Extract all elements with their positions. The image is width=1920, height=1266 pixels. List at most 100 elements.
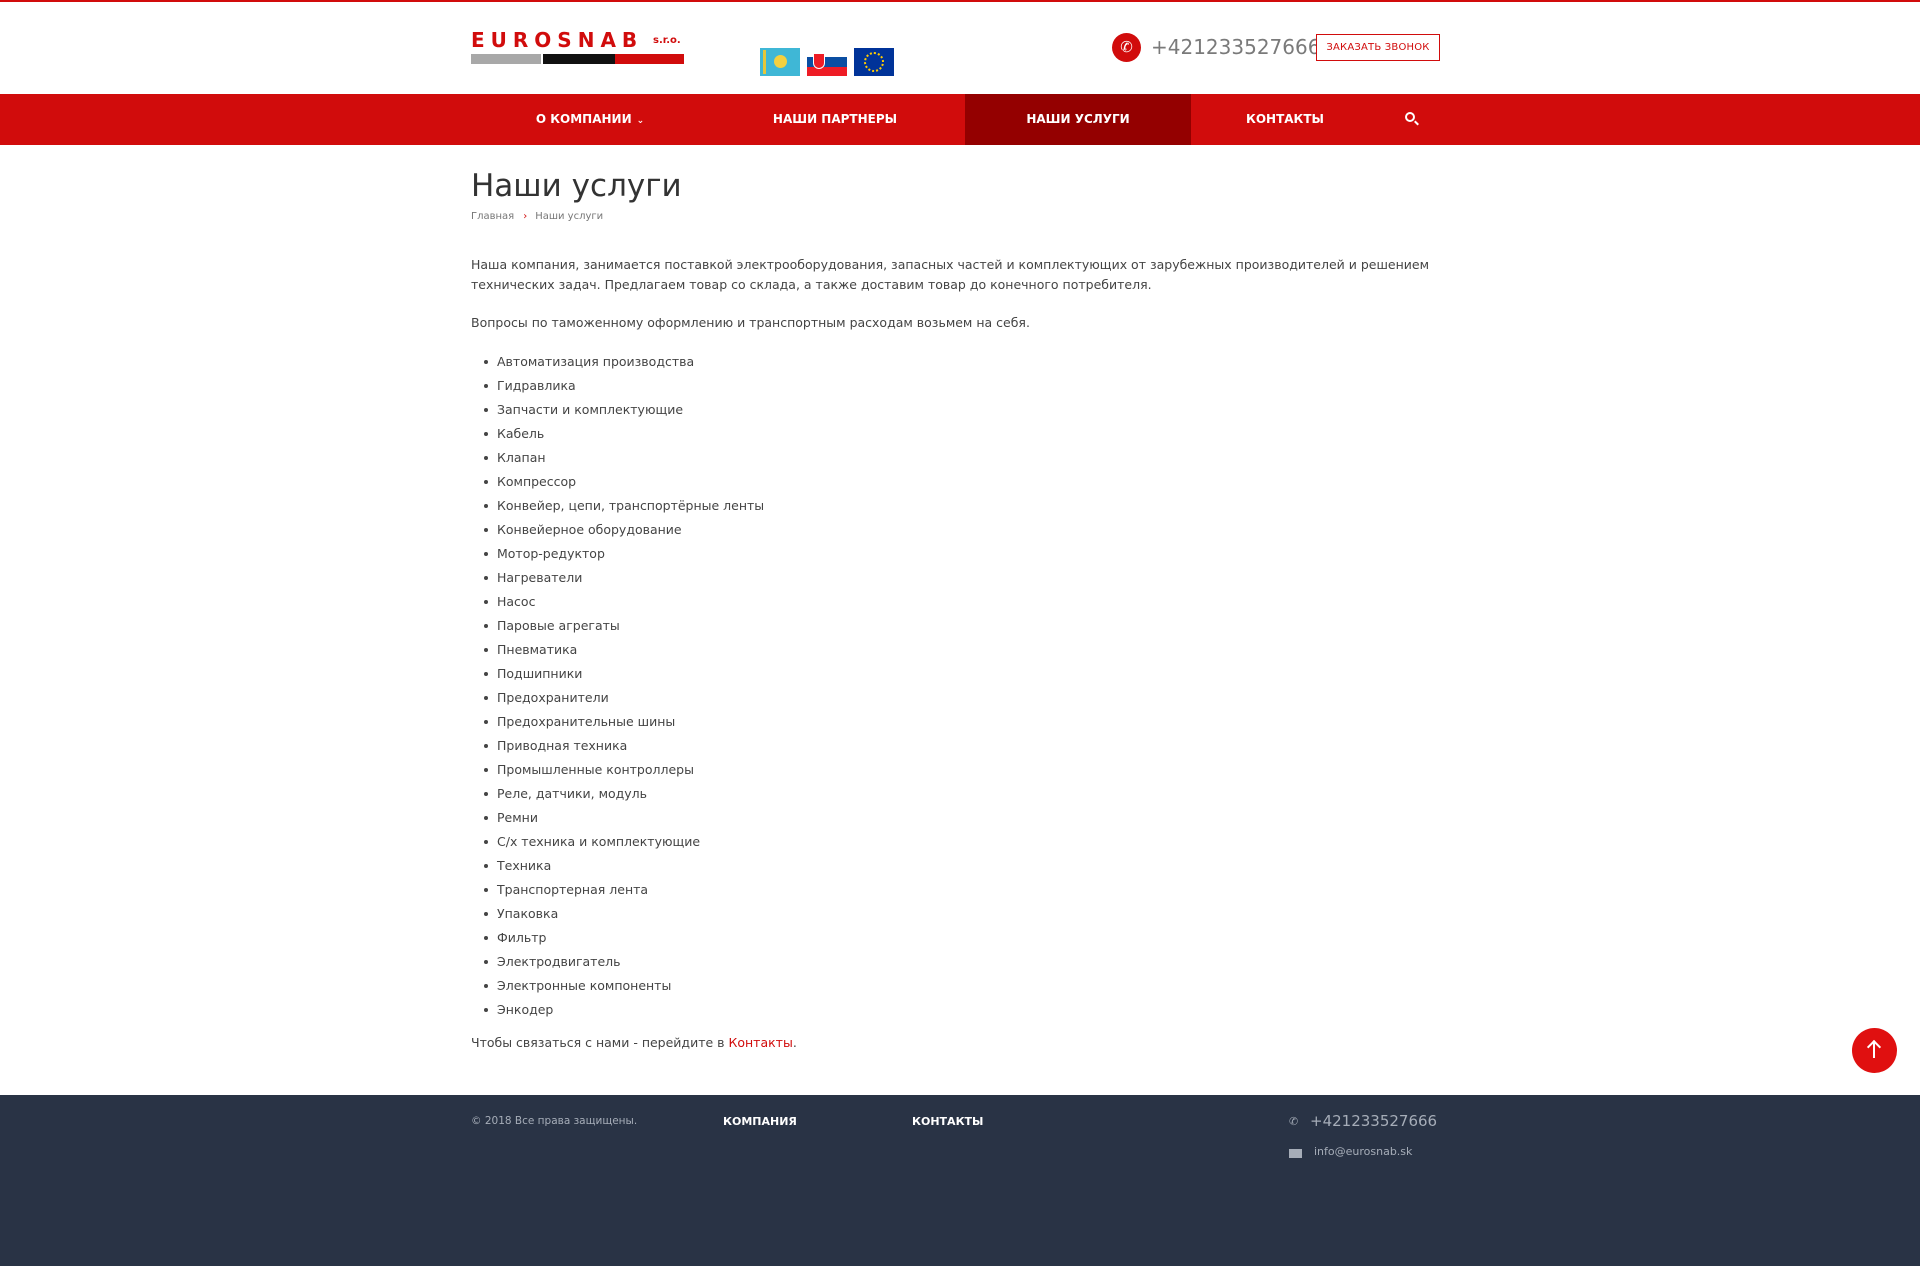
intro-paragraph: Наша компания, занимается поставкой элек… (471, 257, 1429, 292)
footer-copyright: © 2018 Все права защищены. (471, 1115, 638, 1127)
service-list-item: Нагреватели (471, 568, 764, 592)
bullet-icon (484, 360, 488, 364)
service-label: Подшипники (497, 666, 583, 681)
nav-item-label: НАШИ ПАРТНЕРЫ (772, 112, 898, 126)
service-list-item: Гидравлика (471, 376, 764, 400)
service-list-item: Электродвигатель (471, 952, 764, 976)
contacts-link[interactable]: Контакты (728, 1035, 792, 1050)
service-label: Упаковка (497, 906, 559, 921)
phone-icon: ✆ (1112, 33, 1141, 62)
service-label: Ремни (497, 810, 538, 825)
contact-prefix: Чтобы связаться с нами - перейдите в (471, 1035, 729, 1050)
bullet-icon (484, 912, 488, 916)
service-list-item: Реле, датчики, модуль (471, 784, 764, 808)
service-label: Конвейерное оборудование (497, 522, 682, 537)
order-call-button[interactable]: ЗАКАЗАТЬ ЗВОНОК (1316, 34, 1440, 61)
bullet-icon (484, 720, 488, 724)
customs-paragraph: Вопросы по таможенному оформлению и тран… (471, 315, 1030, 330)
service-label: Насос (497, 594, 536, 609)
slovakia-flag-icon[interactable] (807, 48, 847, 76)
logo-bars (471, 54, 684, 64)
bullet-icon (484, 384, 488, 388)
bullet-icon (484, 624, 488, 628)
contact-suffix: . (792, 1035, 797, 1050)
service-label: Электродвигатель (497, 954, 621, 969)
site-header: EUROSNAB s.r.o. ✆ +421233527666 ЗАКАЗАТЬ… (0, 2, 1920, 94)
nav-item-partners[interactable]: НАШИ ПАРТНЕРЫ (740, 94, 930, 145)
bullet-icon (484, 864, 488, 868)
breadcrumb: Главная › Наши услуги (471, 210, 603, 224)
bullet-icon (484, 960, 488, 964)
service-list-item: Предохранители (471, 688, 764, 712)
bullet-icon (484, 576, 488, 580)
bullet-icon (484, 504, 488, 508)
service-list-item: Конвейер, цепи, транспортёрные ленты (471, 496, 764, 520)
footer-company-heading: КОМПАНИЯ (723, 1115, 797, 1128)
bullet-icon (484, 696, 488, 700)
service-label: Электронные компоненты (497, 978, 672, 993)
eu-flag-icon[interactable] (854, 48, 894, 76)
envelope-icon (1289, 1149, 1302, 1158)
service-list-item: Техника (471, 856, 764, 880)
service-label: Клапан (497, 450, 546, 465)
service-list-item: Ремни (471, 808, 764, 832)
bullet-icon (484, 840, 488, 844)
bullet-icon (484, 480, 488, 484)
service-list-item: Пневматика (471, 640, 764, 664)
service-label: Кабель (497, 426, 545, 441)
header-phone[interactable]: +421233527666 (1151, 34, 1320, 60)
service-list-item: Энкодер (471, 1000, 764, 1024)
scroll-to-top-button[interactable] (1852, 1028, 1897, 1073)
service-list-item: С/х техника и комплектующие (471, 832, 764, 856)
service-list-item: Предохранительные шины (471, 712, 764, 736)
service-list-item: Автоматизация производства (471, 352, 764, 376)
bullet-icon (484, 888, 488, 892)
service-list-item: Электронные компоненты (471, 976, 764, 1000)
service-list-item: Паровые агрегаты (471, 616, 764, 640)
service-label: С/х техника и комплектующие (497, 834, 701, 849)
chevron-down-icon: ⌄ (636, 116, 645, 126)
service-list-item: Насос (471, 592, 764, 616)
nav-item-services[interactable]: НАШИ УСЛУГИ (965, 94, 1191, 145)
bullet-icon (484, 648, 488, 652)
bullet-icon (484, 984, 488, 988)
bullet-icon (484, 408, 488, 412)
service-label: Реле, датчики, модуль (497, 786, 648, 801)
bullet-icon (484, 744, 488, 748)
service-list-item: Кабель (471, 424, 764, 448)
footer-email[interactable]: info@eurosnab.sk (1314, 1145, 1412, 1158)
nav-item-contacts[interactable]: КОНТАКТЫ (1225, 94, 1345, 145)
services-list: Автоматизация производства Гидравлика Запч… (471, 352, 764, 1024)
service-label: Компрессор (497, 474, 577, 489)
service-label: Пневматика (497, 642, 578, 657)
site-logo[interactable]: EUROSNAB s.r.o. (471, 29, 684, 65)
bullet-icon (484, 936, 488, 940)
search-icon[interactable] (1399, 94, 1427, 145)
service-label: Автоматизация производства (497, 354, 695, 369)
kazakhstan-flag-icon[interactable] (760, 48, 800, 76)
language-flags (760, 48, 894, 76)
service-label: Фильтр (497, 930, 547, 945)
bullet-icon (484, 792, 488, 796)
breadcrumb-home[interactable]: Главная (471, 211, 514, 222)
breadcrumb-current: Наши услуги (535, 211, 604, 222)
bullet-icon (484, 672, 488, 676)
service-list-item: Упаковка (471, 904, 764, 928)
service-label: Промышленные контроллеры (497, 762, 694, 777)
service-label: Транспортерная лента (497, 882, 649, 897)
bullet-icon (484, 816, 488, 820)
service-label: Предохранители (497, 690, 609, 705)
nav-item-label: КОНТАКТЫ (1246, 112, 1324, 126)
nav-item-about[interactable]: О КОМПАНИИ ⌄ (520, 94, 660, 145)
main-nav: О КОМПАНИИ ⌄ НАШИ ПАРТНЕРЫ НАШИ УСЛУГИ КО… (0, 94, 1920, 145)
service-label: Запчасти и комплектующие (497, 402, 684, 417)
service-list-item: Приводная техника (471, 736, 764, 760)
service-list-item: Подшипники (471, 664, 764, 688)
bullet-icon (484, 456, 488, 460)
footer-contacts-heading: КОНТАКТЫ (912, 1115, 984, 1128)
service-label: Предохранительные шины (497, 714, 676, 729)
bullet-icon (484, 600, 488, 604)
logo-suffix: s.r.o. (653, 35, 681, 46)
footer-phone[interactable]: +421233527666 (1310, 1112, 1437, 1130)
bullet-icon (484, 1008, 488, 1012)
